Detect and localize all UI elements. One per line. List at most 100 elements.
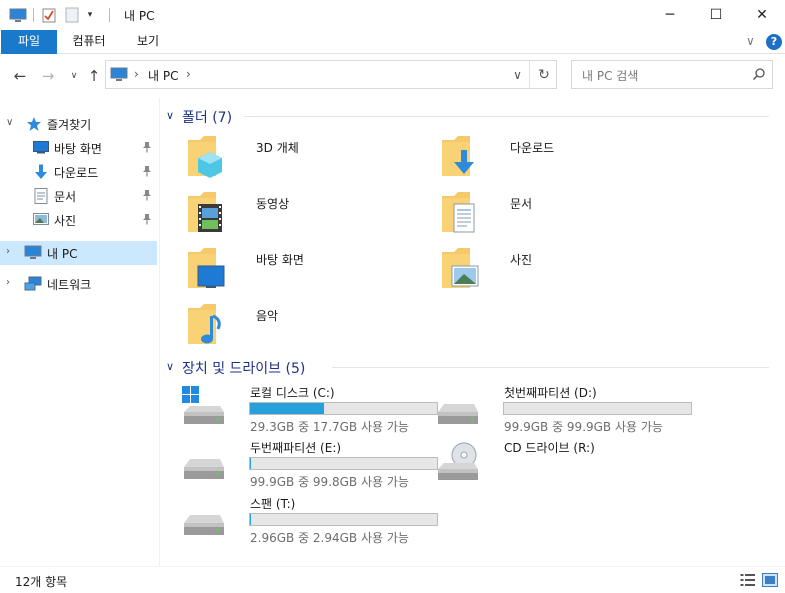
hard-drive-icon <box>180 495 226 544</box>
item-count: 12개 항목 <box>15 575 68 589</box>
properties-icon[interactable] <box>40 6 58 24</box>
drive-item-c[interactable]: 로컬 디스크 (C:) 29.3GB 중 17.7GB 사용 가능 <box>180 384 438 442</box>
videos-folder-icon <box>186 190 226 237</box>
cd-drive-icon <box>434 439 480 488</box>
drive-name: 두번째파티션 (E:) <box>250 441 342 455</box>
navigation-bar: ← → ∨ ↑ › 내 PC › ∨ ↻ 내 PC 검색 <box>0 54 785 98</box>
document-icon <box>34 188 48 207</box>
chevron-down-icon[interactable]: ∨ <box>166 109 174 122</box>
group-divider <box>332 367 769 368</box>
ribbon-tabs: 파일 컴퓨터 보기 ∨ ? <box>0 30 785 54</box>
new-folder-icon[interactable] <box>63 6 81 24</box>
address-dropdown-icon[interactable]: ∨ <box>506 61 530 88</box>
hard-drive-icon <box>180 439 226 488</box>
drive-item-d[interactable]: 첫번째파티션 (D:) 99.9GB 중 99.9GB 사용 가능 <box>434 384 692 442</box>
breadcrumb-separator-icon[interactable]: › <box>186 67 191 81</box>
pin-icon[interactable] <box>142 141 152 156</box>
search-input[interactable]: 내 PC 검색 <box>582 67 638 84</box>
help-icon[interactable]: ? <box>766 34 782 50</box>
forward-arrow-icon[interactable]: → <box>38 66 58 86</box>
group-divider <box>244 116 769 117</box>
drive-usage-bar <box>249 513 438 526</box>
expand-ribbon-icon[interactable]: ∨ <box>746 34 755 48</box>
chevron-right-icon[interactable]: › <box>6 246 10 257</box>
sidebar-item-quick-access[interactable]: ∨ 즐겨찾기 <box>0 112 157 136</box>
drive-name: 로컬 디스크 (C:) <box>250 386 335 400</box>
sidebar-item-label: 문서 <box>54 190 77 204</box>
hard-drive-icon <box>434 384 480 433</box>
network-icon <box>24 276 42 295</box>
details-view-icon[interactable] <box>740 573 756 587</box>
group-title: 폴더 (7) <box>182 110 233 126</box>
drive-usage-bar <box>249 402 438 415</box>
drive-item-t[interactable]: 스팬 (T:) 2.96GB 중 2.94GB 사용 가능 <box>180 495 438 553</box>
back-arrow-icon[interactable]: ← <box>10 66 30 86</box>
tab-computer[interactable]: 컴퓨터 <box>60 30 118 54</box>
folder-label: 바탕 화면 <box>256 253 304 267</box>
maximize-button[interactable]: ☐ <box>693 0 739 30</box>
folders-group-header[interactable]: ∨ 폴더 (7) <box>162 105 777 127</box>
sidebar-item-this-pc[interactable]: › 내 PC <box>0 241 157 265</box>
customize-quick-access-icon[interactable]: ▾ <box>84 6 96 24</box>
sidebar-item-label: 사진 <box>54 214 77 228</box>
pin-icon[interactable] <box>142 189 152 204</box>
drive-usage-bar <box>249 457 438 470</box>
folder-label: 다운로드 <box>510 141 555 155</box>
recent-locations-icon[interactable]: ∨ <box>64 66 84 86</box>
minimize-button[interactable]: ─ <box>647 0 693 30</box>
sidebar-item-desktop[interactable]: 바탕 화면 <box>0 136 157 160</box>
folder-item-documents[interactable]: 문서 <box>440 190 690 242</box>
folder-item-videos[interactable]: 동영상 <box>186 190 436 242</box>
pictures-icon <box>33 212 49 229</box>
breadcrumb-location[interactable]: 내 PC <box>148 67 178 84</box>
sidebar-item-label: 즐겨찾기 <box>47 118 92 132</box>
up-arrow-icon[interactable]: ↑ <box>84 66 104 86</box>
folder-item-desktop[interactable]: 바탕 화면 <box>186 246 436 298</box>
drive-name: 첫번째파티션 (D:) <box>504 386 597 400</box>
folder-label: 음악 <box>256 309 279 323</box>
refresh-icon[interactable]: ↻ <box>531 61 557 88</box>
computer-icon <box>110 67 128 85</box>
search-icon[interactable] <box>752 67 766 84</box>
folder-item-pictures[interactable]: 사진 <box>440 246 690 298</box>
drive-usage-bar <box>503 402 692 415</box>
breadcrumb-separator-icon[interactable]: › <box>134 67 139 81</box>
3d-objects-folder-icon <box>186 134 226 181</box>
drive-item-r[interactable]: CD 드라이브 (R:) <box>434 439 684 497</box>
group-title: 장치 및 드라이브 (5) <box>182 361 306 377</box>
folder-item-3d-objects[interactable]: 3D 개체 <box>186 134 436 186</box>
folder-label: 문서 <box>510 197 533 211</box>
sidebar-item-downloads[interactable]: 다운로드 <box>0 160 157 184</box>
title-bar: ▾ 내 PC ─ ☐ ✕ <box>0 0 785 30</box>
drive-item-e[interactable]: 두번째파티션 (E:) 99.9GB 중 99.8GB 사용 가능 <box>180 439 438 497</box>
chevron-down-icon[interactable]: ∨ <box>6 117 13 128</box>
toolbar-divider <box>30 6 36 24</box>
drive-name: CD 드라이브 (R:) <box>504 441 595 455</box>
navigation-pane: ∨ 즐겨찾기 바탕 화면 다운로드 문서 사진 › 내 PC › 네트워크 <box>0 98 160 566</box>
sidebar-item-pictures[interactable]: 사진 <box>0 208 157 232</box>
chevron-down-icon[interactable]: ∨ <box>166 360 174 373</box>
drives-group-header[interactable]: ∨ 장치 및 드라이브 (5) <box>162 356 777 378</box>
search-box[interactable]: 내 PC 검색 <box>571 60 773 89</box>
sidebar-item-network[interactable]: › 네트워크 <box>0 272 157 296</box>
sidebar-item-documents[interactable]: 문서 <box>0 184 157 208</box>
tab-file[interactable]: 파일 <box>1 30 57 54</box>
folder-item-downloads[interactable]: 다운로드 <box>440 134 690 186</box>
close-button[interactable]: ✕ <box>739 0 785 30</box>
star-icon <box>26 116 42 135</box>
pictures-folder-icon <box>440 246 480 293</box>
address-bar[interactable]: › 내 PC › ∨ ↻ <box>105 60 557 89</box>
large-icons-view-icon[interactable] <box>762 573 778 587</box>
pin-icon[interactable] <box>142 213 152 228</box>
sidebar-item-label: 다운로드 <box>54 166 99 180</box>
window-title: 내 PC <box>124 9 155 23</box>
tab-view[interactable]: 보기 <box>124 30 172 54</box>
windows-drive-icon <box>180 384 226 433</box>
content-pane: ∨ 폴더 (7) 3D 개체 다운로드 동영상 문서 바탕 화면 사진 음악 ∨… <box>162 98 785 566</box>
pin-icon[interactable] <box>142 165 152 180</box>
chevron-right-icon[interactable]: › <box>6 277 10 288</box>
computer-icon[interactable] <box>8 6 28 24</box>
folder-item-music[interactable]: 음악 <box>186 302 436 354</box>
documents-folder-icon <box>440 190 480 237</box>
toolbar-divider <box>106 6 112 24</box>
